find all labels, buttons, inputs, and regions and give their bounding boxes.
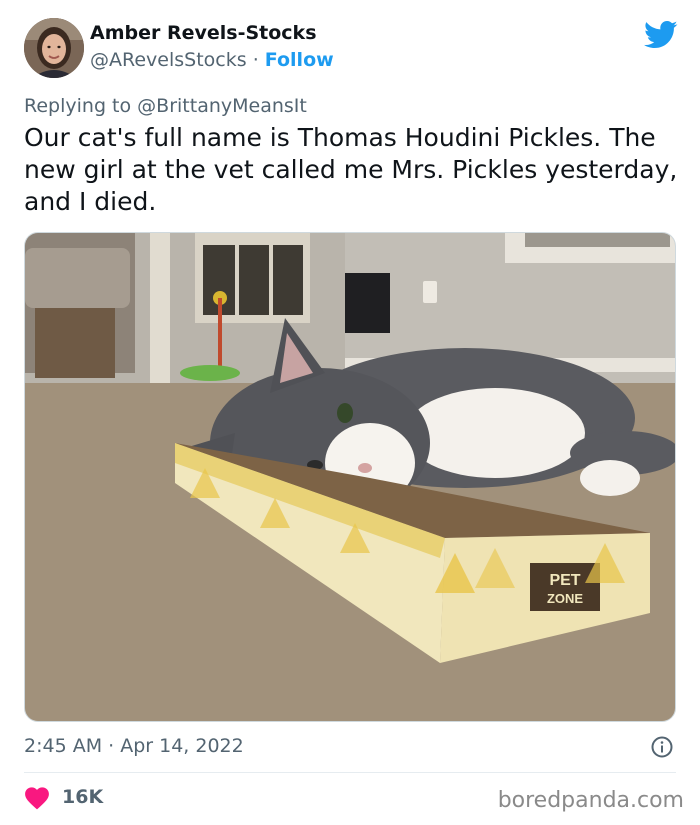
tweet-timestamp[interactable]: 2:45 AM · Apr 14, 2022: [24, 735, 244, 757]
box-brand-line2: ZONE: [547, 591, 583, 606]
author-name[interactable]: Amber Revels-Stocks: [90, 22, 317, 44]
avatar[interactable]: [24, 18, 84, 78]
separator-dot: ·: [252, 49, 259, 71]
author-handle-row: @ARevelsStocks · Follow: [90, 49, 334, 71]
watermark: boredpanda.com: [497, 788, 684, 813]
reply-mention[interactable]: @BrittanyMeansIt: [137, 95, 307, 117]
reply-prefix: Replying to: [24, 95, 132, 117]
tweet-card: Amber Revels-Stocks @ARevelsStocks · Fol…: [0, 0, 700, 825]
info-icon[interactable]: [650, 735, 674, 759]
author-handle[interactable]: @ARevelsStocks: [90, 49, 247, 71]
tweet-photo[interactable]: PET ZONE: [24, 232, 676, 722]
reply-context: Replying to @BrittanyMeansIt: [24, 95, 307, 117]
box-brand-line1: PET: [549, 572, 580, 589]
tweet-text: Our cat's full name is Thomas Houdini Pi…: [24, 123, 678, 216]
twitter-bird-icon[interactable]: [644, 20, 678, 50]
follow-button[interactable]: Follow: [265, 49, 334, 71]
footer-divider: [24, 772, 676, 773]
heart-icon[interactable]: [24, 786, 50, 810]
like-count[interactable]: 16K: [62, 786, 103, 808]
